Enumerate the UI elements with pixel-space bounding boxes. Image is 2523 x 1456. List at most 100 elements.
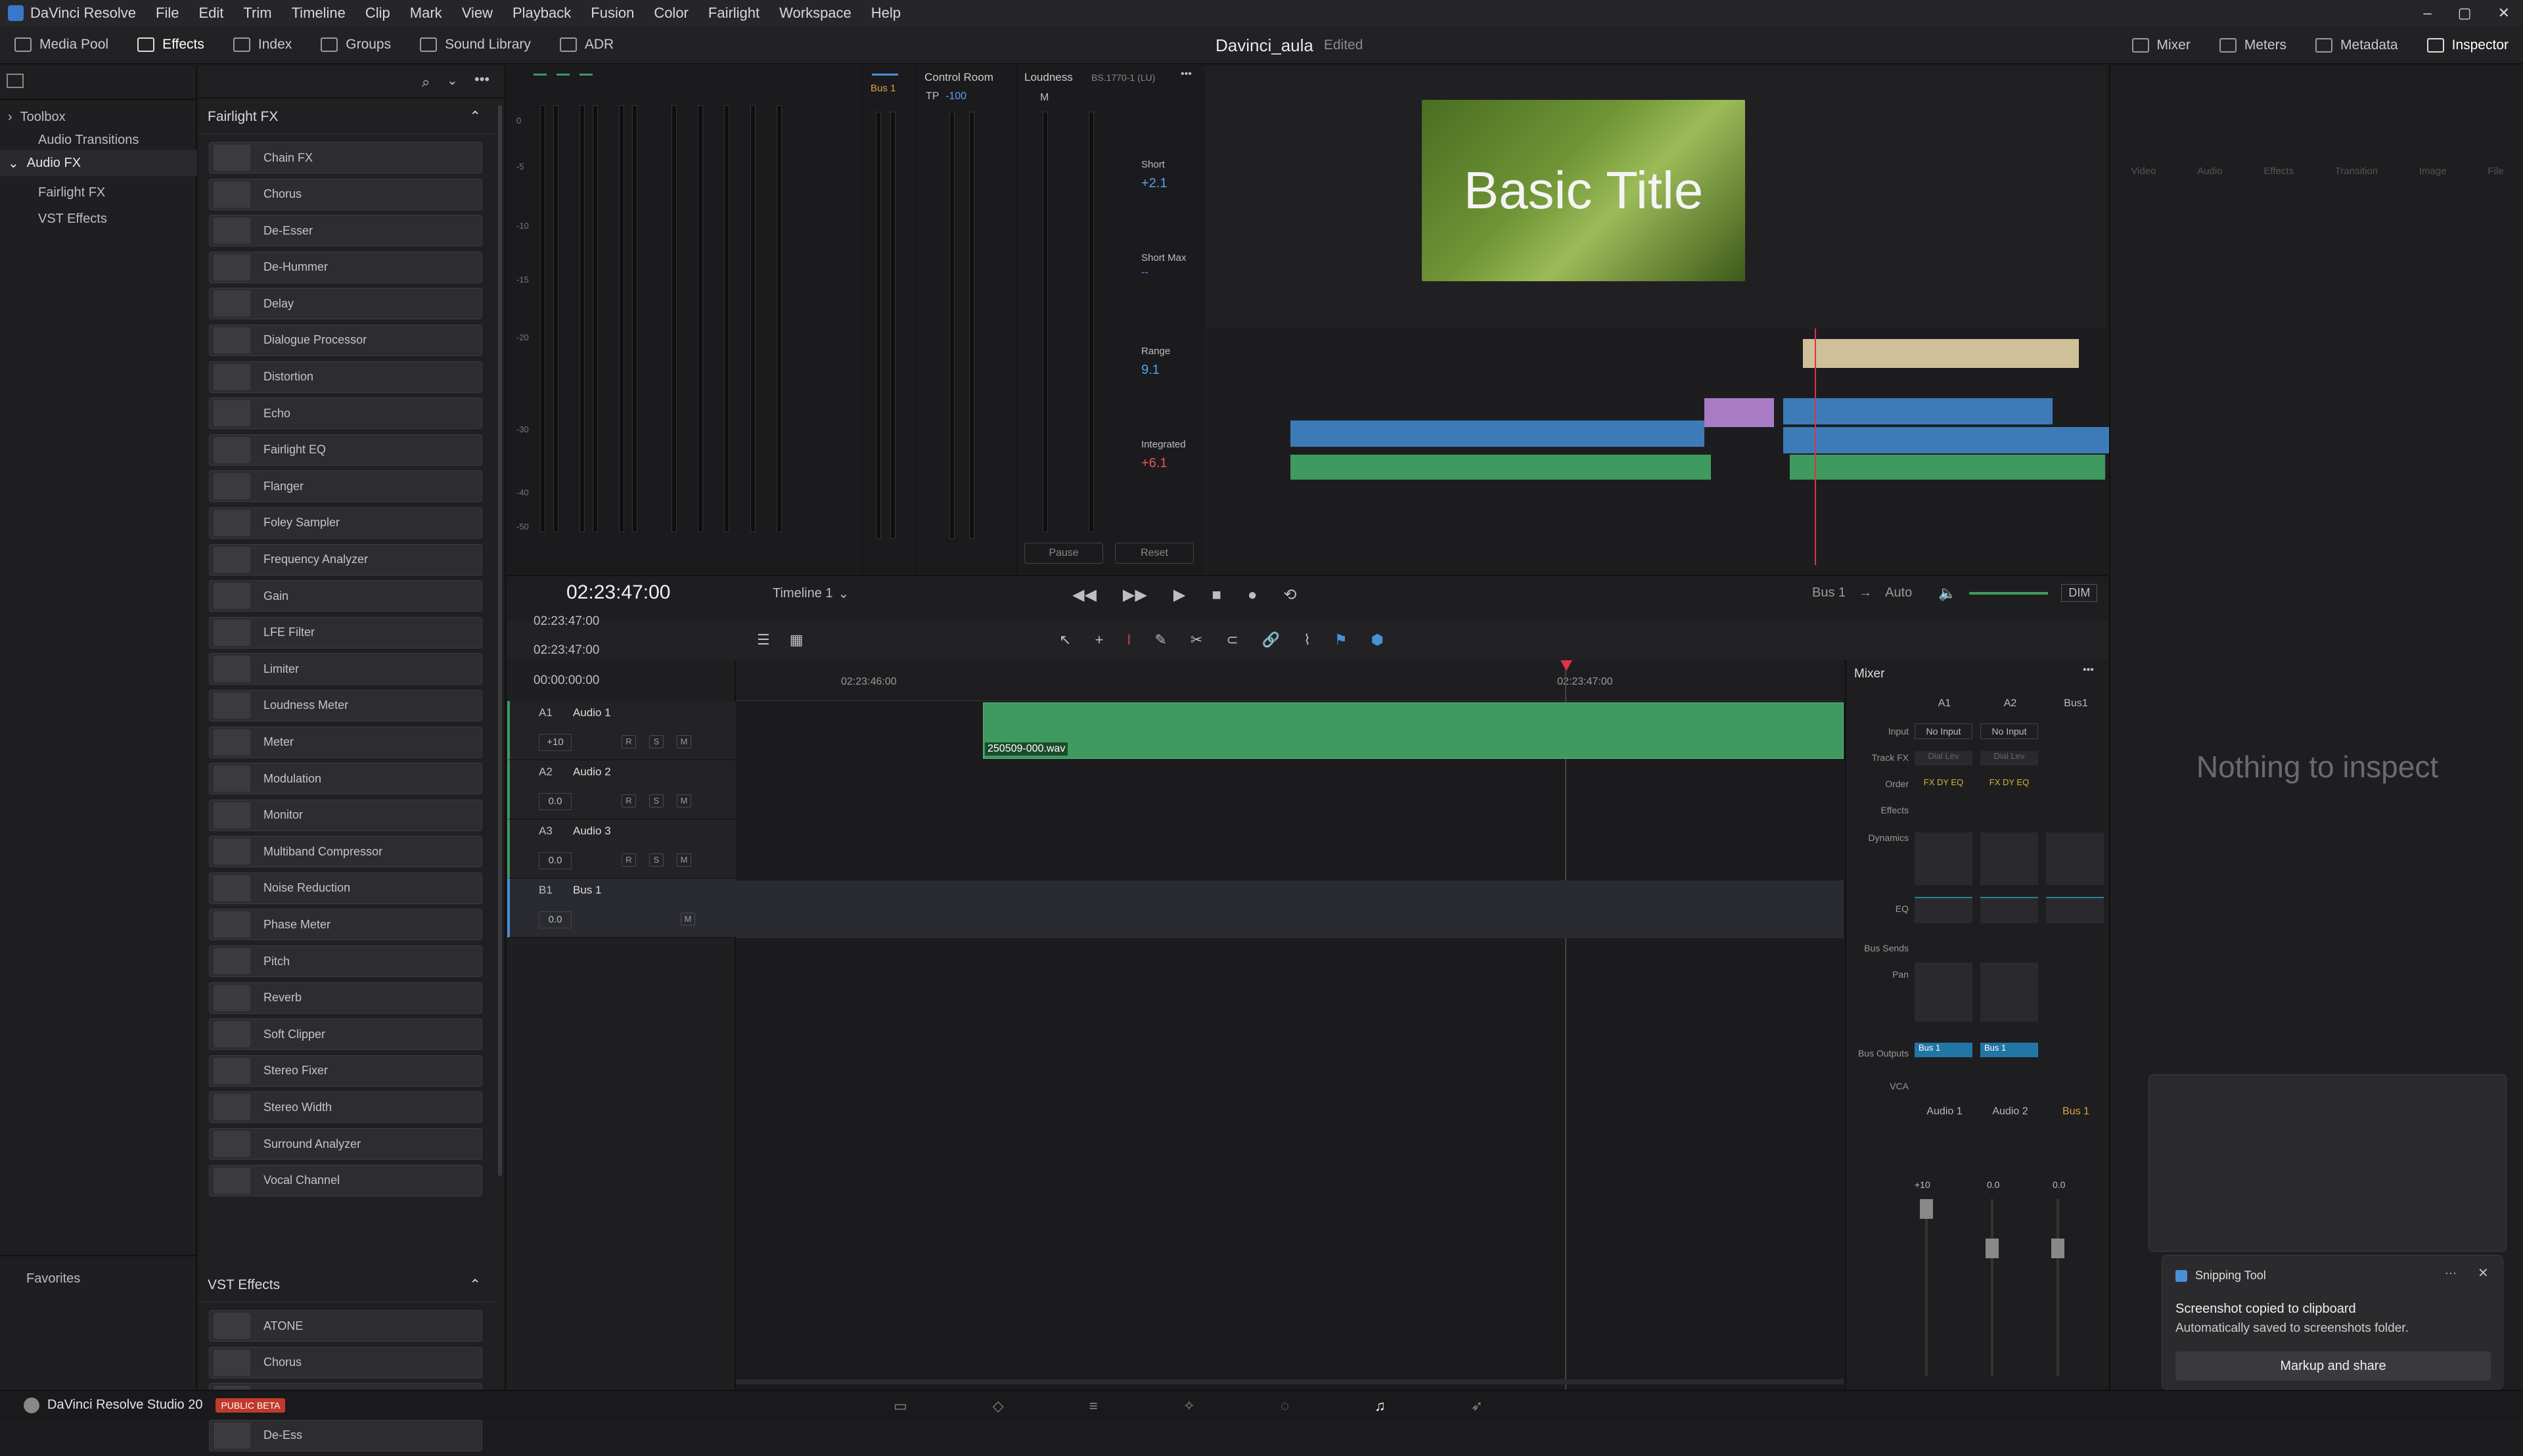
horizontal-scrollbar[interactable] [736, 1379, 1844, 1384]
bus-output-selector[interactable]: Bus 1 → Auto [1812, 585, 1912, 601]
fader-a1[interactable] [1920, 1199, 1933, 1219]
track-name[interactable]: Audio 2 [573, 765, 611, 779]
deliver-page-icon[interactable]: ➶ [1471, 1398, 1483, 1415]
range-select-icon[interactable]: + [1095, 631, 1103, 648]
trackfx-a2[interactable]: Dial Lev [1980, 751, 2038, 765]
track-list-icon[interactable]: ☰ [757, 631, 770, 648]
playhead-marker[interactable] [1560, 660, 1572, 671]
vst-effects-header[interactable]: VST Effects ⌃ [198, 1268, 494, 1302]
pause-button[interactable]: Pause [1024, 543, 1103, 564]
tab-image[interactable]: Image [2419, 166, 2447, 177]
more-options-icon[interactable]: ••• [1181, 68, 1192, 80]
fx-item[interactable]: LFE Filter [209, 616, 482, 648]
play-icon[interactable]: ▶ [1173, 585, 1185, 604]
search-icon[interactable]: ⌕ [422, 74, 430, 91]
more-options-icon[interactable]: ••• [474, 71, 489, 88]
cut-page-icon[interactable]: ◇ [993, 1398, 1004, 1415]
eq-bus1[interactable] [2046, 897, 2104, 923]
trackfx-a1[interactable]: Dial Lev [1915, 751, 1972, 765]
bus-output-a1[interactable]: Bus 1 [1915, 1043, 1972, 1057]
snap-icon[interactable]: ⊂ [1226, 631, 1238, 648]
menu-timeline[interactable]: Timeline [292, 5, 346, 22]
fx-item[interactable]: Pitch [209, 945, 482, 978]
menu-color[interactable]: Color [654, 5, 689, 22]
menu-playback[interactable]: Playback [512, 5, 571, 22]
fx-item[interactable]: Surround Analyzer [209, 1128, 482, 1160]
media-pool-button[interactable]: Media Pool [0, 26, 123, 64]
fx-item[interactable]: Limiter [209, 653, 482, 685]
tab-effects[interactable]: Effects [2263, 166, 2294, 177]
fx-item[interactable]: Multiband Compressor [209, 836, 482, 868]
order-a2[interactable]: FX DY EQ [1980, 777, 2038, 787]
draw-icon[interactable]: ✎ [1154, 631, 1166, 648]
fx-item[interactable]: Gain [209, 580, 482, 612]
stop-icon[interactable]: ■ [1212, 586, 1221, 604]
fusion-page-icon[interactable]: ✧ [1183, 1398, 1195, 1415]
solo-button[interactable]: S [649, 735, 664, 748]
pan-a2[interactable] [1980, 963, 2038, 1022]
time-ruler[interactable]: 02:23:46:00 02:23:47:00 [736, 660, 1844, 701]
pointer-icon[interactable]: ↖ [1059, 631, 1071, 648]
fx-item[interactable]: Flanger [209, 470, 482, 503]
menu-clip[interactable]: Clip [365, 5, 390, 22]
fx-item[interactable]: Fairlight EQ [209, 434, 482, 466]
index-button[interactable]: Index [219, 26, 306, 64]
edit-page-icon[interactable]: ≡ [1089, 1398, 1098, 1415]
fairlight-page-icon[interactable]: ♫ [1375, 1398, 1386, 1415]
fx-item[interactable]: De-Esser [209, 215, 482, 247]
fx-item[interactable]: Chorus [209, 178, 482, 210]
fx-item[interactable]: Monitor [209, 799, 482, 831]
track-header-row[interactable]: B1 Bus 1 0.0 M [507, 878, 736, 938]
scrollbar[interactable] [498, 105, 502, 1176]
record-icon[interactable]: ● [1248, 586, 1258, 604]
fader-a2[interactable] [1986, 1239, 1999, 1258]
color-page-icon[interactable]: ◌ [1281, 1398, 1289, 1415]
rewind-icon[interactable]: ◀◀ [1072, 585, 1097, 604]
audio-clip[interactable]: 250509-000.wav [983, 702, 1844, 759]
loop-icon[interactable]: ⟲ [1283, 585, 1296, 604]
flag-icon[interactable]: ⚑ [1334, 631, 1348, 648]
volume-slider[interactable] [1969, 591, 2049, 595]
track-name[interactable]: Audio 3 [573, 825, 611, 838]
fx-item[interactable]: Delay [209, 288, 482, 320]
track-level[interactable]: 0.0 [539, 911, 572, 928]
dynamics-a2[interactable] [1980, 832, 2038, 885]
meters-button[interactable]: Meters [2205, 26, 2301, 64]
fast-forward-icon[interactable]: ▶▶ [1123, 585, 1147, 604]
menu-fairlight[interactable]: Fairlight [708, 5, 760, 22]
mute-button[interactable]: M [677, 735, 691, 748]
markup-share-button[interactable]: Markup and share [2175, 1352, 2491, 1380]
fx-item[interactable]: Foley Sampler [209, 507, 482, 539]
menu-help[interactable]: Help [871, 5, 901, 22]
solo-button[interactable]: S [649, 853, 664, 867]
track-name[interactable]: Audio 1 [573, 706, 611, 719]
mixer-button[interactable]: Mixer [2118, 26, 2205, 64]
fx-item[interactable]: Frequency Analyzer [209, 543, 482, 576]
fx-item[interactable]: Reverb [209, 982, 482, 1014]
fader-bus1[interactable] [2051, 1239, 2064, 1258]
fx-item[interactable]: Vocal Channel [209, 1164, 482, 1196]
track-level[interactable]: +10 [539, 734, 572, 751]
fx-item[interactable]: Chain FX [209, 142, 482, 173]
tree-audio-fx[interactable]: ⌄ Audio FX [0, 150, 197, 176]
fx-item[interactable]: Stereo Width [209, 1091, 482, 1124]
menu-file[interactable]: File [156, 5, 179, 22]
panel-toggle-icon[interactable] [7, 74, 24, 88]
fx-item[interactable]: Meter [209, 726, 482, 758]
eq-a2[interactable] [1980, 897, 2038, 923]
fx-item[interactable]: Phase Meter [209, 909, 482, 941]
speaker-icon[interactable]: 🔈 [1938, 585, 1956, 602]
menu-workspace[interactable]: Workspace [779, 5, 852, 22]
solo-button[interactable]: S [649, 794, 664, 808]
link-icon[interactable]: 🔗 [1262, 631, 1280, 648]
timeline-selector[interactable]: Timeline 1 ⌄ [773, 585, 849, 602]
close-icon[interactable]: ✕ [2498, 5, 2510, 22]
track-header-row[interactable]: A1 Audio 1 +10 R S M [507, 701, 736, 760]
tree-audio-transitions[interactable]: Audio Transitions [38, 133, 139, 148]
tab-audio[interactable]: Audio [2197, 166, 2222, 177]
tab-transition[interactable]: Transition [2335, 166, 2378, 177]
input-a2[interactable]: No Input [1980, 723, 2038, 739]
effects-button[interactable]: Effects [123, 26, 219, 64]
media-page-icon[interactable]: ▭ [894, 1398, 907, 1415]
menu-edit[interactable]: Edit [198, 5, 223, 22]
